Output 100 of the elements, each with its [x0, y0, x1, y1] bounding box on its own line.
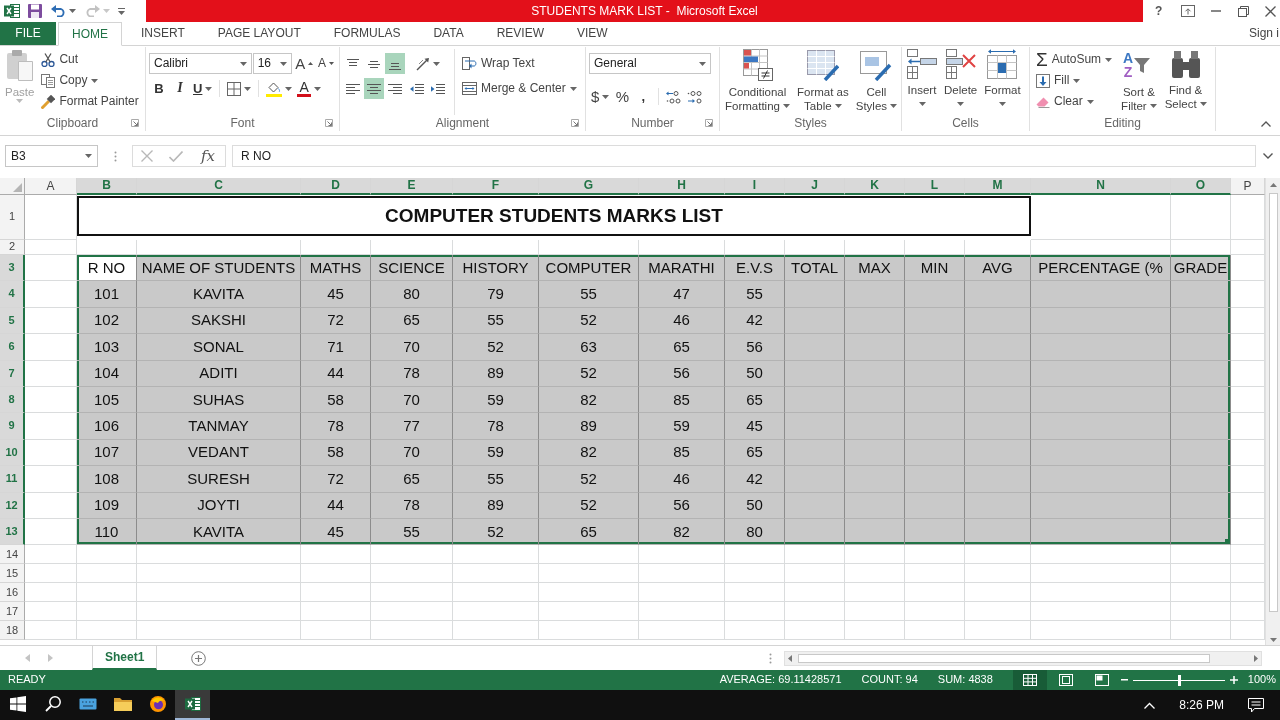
- help-button[interactable]: ?: [1153, 3, 1165, 19]
- expand-formula-bar-icon[interactable]: [1263, 153, 1273, 159]
- fill-handle[interactable]: [1225, 539, 1230, 545]
- cut-button[interactable]: Cut: [38, 49, 142, 70]
- wrap-text-button[interactable]: Wrap Text: [459, 53, 580, 74]
- dialog-launcher-icon[interactable]: [131, 119, 139, 127]
- scroll-right-icon[interactable]: [1254, 654, 1258, 662]
- row-header[interactable]: 14: [0, 545, 25, 565]
- column-header[interactable]: D: [301, 178, 371, 195]
- number-format-field[interactable]: General: [589, 53, 711, 74]
- ribbon-tab[interactable]: FORMULAS: [319, 22, 415, 45]
- comma-style-button[interactable]: ,: [633, 86, 654, 107]
- font-color-button[interactable]: A: [295, 78, 323, 99]
- column-header[interactable]: J: [785, 178, 845, 195]
- formula-field[interactable]: R NO: [232, 145, 1256, 167]
- cell-styles-button[interactable]: Cell Styles: [853, 49, 900, 115]
- grow-font-button[interactable]: A: [293, 53, 315, 74]
- column-header[interactable]: M: [965, 178, 1031, 195]
- insert-button[interactable]: Insert: [905, 49, 939, 115]
- customize-toolbar-icon[interactable]: [118, 7, 125, 15]
- column-header[interactable]: A: [25, 178, 77, 195]
- scroll-down-icon[interactable]: [1269, 638, 1277, 642]
- row-header[interactable]: 7: [0, 360, 25, 387]
- restore-icon[interactable]: [1237, 5, 1249, 17]
- row-header[interactable]: 16: [0, 583, 25, 603]
- normal-view-button[interactable]: [1012, 670, 1047, 690]
- delete-button[interactable]: Delete: [942, 49, 980, 115]
- column-header[interactable]: I: [725, 178, 785, 195]
- find-select-button[interactable]: Find & Select: [1162, 49, 1209, 115]
- ribbon-display-options-icon[interactable]: [1180, 5, 1195, 17]
- column-header[interactable]: B: [77, 178, 137, 195]
- grip-icon[interactable]: [769, 652, 772, 664]
- column-header[interactable]: K: [845, 178, 905, 195]
- check-icon[interactable]: [168, 150, 183, 162]
- column-header[interactable]: H: [639, 178, 725, 195]
- close-icon[interactable]: [1264, 5, 1276, 17]
- row-header[interactable]: 6: [0, 334, 25, 361]
- conditional-formatting-button[interactable]: Conditional Formatting: [723, 49, 792, 115]
- clear-button[interactable]: Clear: [1033, 91, 1116, 112]
- ribbon-tab[interactable]: VIEW: [563, 22, 622, 45]
- fill-button[interactable]: Fill: [1033, 70, 1116, 91]
- row-header[interactable]: 4: [0, 281, 25, 308]
- column-header[interactable]: P: [1231, 178, 1265, 195]
- horizontal-scrollbar[interactable]: [784, 650, 1262, 666]
- row-header[interactable]: 17: [0, 602, 25, 622]
- merge-center-button[interactable]: Merge & Center: [459, 78, 580, 99]
- column-header[interactable]: C: [137, 178, 301, 195]
- autosum-button[interactable]: Σ AutoSum: [1033, 49, 1116, 70]
- notification-icon[interactable]: [1248, 697, 1264, 713]
- column-header[interactable]: E: [371, 178, 453, 195]
- format-button[interactable]: Format: [982, 49, 1023, 115]
- name-box[interactable]: B3: [5, 145, 98, 167]
- font-size-field[interactable]: 16: [252, 53, 293, 74]
- file-tab[interactable]: FILE: [0, 22, 56, 45]
- ribbon-tab[interactable]: PAGE LAYOUT: [203, 22, 315, 45]
- italic-button[interactable]: I: [170, 78, 190, 99]
- chevron-up-icon[interactable]: [1144, 701, 1156, 709]
- vertical-scrollbar[interactable]: [1265, 178, 1280, 645]
- save-button[interactable]: [27, 1, 43, 21]
- dialog-launcher-icon[interactable]: [325, 119, 333, 127]
- row-header[interactable]: 11: [0, 466, 25, 493]
- new-sheet-icon[interactable]: [191, 650, 207, 666]
- scrollbar-thumb[interactable]: [1268, 193, 1278, 612]
- row-header[interactable]: 2: [0, 240, 25, 255]
- row-header[interactable]: 5: [0, 307, 25, 335]
- insert-function-button[interactable]: fx: [198, 147, 217, 165]
- shrink-font-button[interactable]: A: [316, 53, 336, 74]
- column-header[interactable]: O: [1171, 178, 1231, 195]
- underline-button[interactable]: U: [191, 78, 215, 99]
- zoom-slider-thumb[interactable]: [1177, 674, 1181, 686]
- zoom-in-icon[interactable]: [1229, 676, 1238, 684]
- row-header[interactable]: 13: [0, 518, 25, 546]
- format-painter-button[interactable]: Format Painter: [38, 91, 142, 112]
- font-name-field[interactable]: Calibri: [149, 53, 252, 74]
- percent-button[interactable]: %: [612, 86, 633, 107]
- row-header[interactable]: 9: [0, 413, 25, 440]
- dialog-launcher-icon[interactable]: [571, 119, 579, 127]
- ribbon-tab[interactable]: REVIEW: [482, 22, 558, 45]
- ribbon-tab[interactable]: DATA: [419, 22, 478, 45]
- row-header[interactable]: 12: [0, 492, 25, 519]
- scroll-left-icon[interactable]: [788, 654, 792, 662]
- column-header[interactable]: L: [905, 178, 965, 195]
- bold-button[interactable]: B: [149, 78, 169, 99]
- align-center-button[interactable]: [364, 78, 384, 99]
- ribbon-tab[interactable]: INSERT: [127, 22, 199, 45]
- format-as-table-button[interactable]: Format as Table: [794, 49, 851, 115]
- column-header[interactable]: G: [539, 178, 639, 195]
- taskbar-app[interactable]: [175, 690, 210, 720]
- collapse-ribbon-icon[interactable]: [1261, 121, 1271, 127]
- scrollbar-thumb[interactable]: [798, 653, 1210, 663]
- currency-button[interactable]: $: [589, 86, 612, 107]
- sort-filter-button[interactable]: A Z Sort & Filter: [1119, 49, 1159, 115]
- column-header[interactable]: N: [1031, 178, 1171, 195]
- row-header[interactable]: 15: [0, 564, 25, 584]
- scroll-up-icon[interactable]: [1269, 183, 1277, 187]
- row-header[interactable]: 18: [0, 621, 25, 641]
- ribbon-tab[interactable]: HOME: [58, 22, 122, 46]
- row-header[interactable]: 10: [0, 439, 25, 467]
- bottom-align-button[interactable]: [385, 53, 405, 74]
- minimize-icon[interactable]: [1211, 10, 1222, 12]
